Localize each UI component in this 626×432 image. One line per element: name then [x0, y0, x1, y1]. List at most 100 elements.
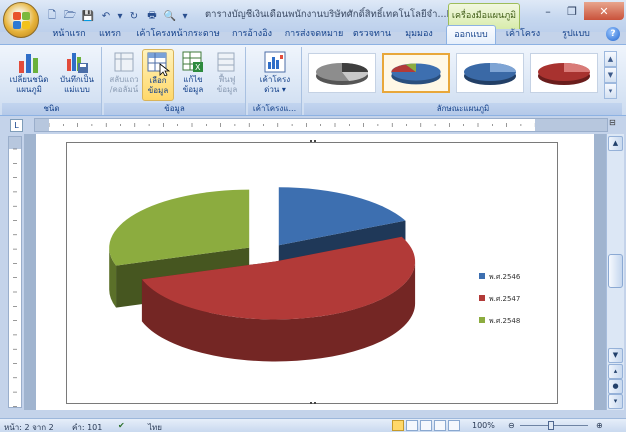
- tab-design[interactable]: ออกแบบ: [446, 25, 496, 44]
- window-title: ตารางบัญชีเงินเดือนพนักงานบริษัทศักดิ์สิ…: [205, 9, 455, 20]
- tab-view[interactable]: มุมมอง: [398, 25, 440, 44]
- quick-layout-icon: [262, 49, 288, 75]
- undo-icon[interactable]: ↶: [98, 8, 114, 24]
- tab-layout[interactable]: เค้าโครง: [502, 25, 544, 44]
- undo-dropdown-icon[interactable]: ▾: [116, 8, 124, 24]
- svg-text:X: X: [195, 63, 201, 72]
- tab-review[interactable]: ตรวจทาน: [350, 25, 394, 44]
- refresh-data-label-2: ข้อมูล: [216, 85, 238, 94]
- next-page-icon[interactable]: ▾: [608, 394, 623, 409]
- switch-row-column-icon: [111, 49, 137, 75]
- change-chart-type-button[interactable]: เปลี่ยนชนิด แผนภูมิ: [6, 49, 52, 101]
- zoom-slider-thumb[interactable]: [548, 421, 554, 430]
- tab-home[interactable]: หน้าแรก: [48, 25, 90, 44]
- ribbon: เปลี่ยนชนิด แผนภูมิ บันทึกเป็น แม่แบบ ชน…: [0, 44, 626, 116]
- chart-object[interactable]: พ.ศ.2546 พ.ศ.2547 พ.ศ.2548: [66, 140, 558, 404]
- zoom-out-icon[interactable]: ⊖: [508, 421, 515, 430]
- pie-chart[interactable]: พ.ศ.2546 พ.ศ.2547 พ.ศ.2548: [67, 143, 557, 403]
- edit-data-icon: X: [180, 49, 206, 75]
- document-area[interactable]: พ.ศ.2546 พ.ศ.2547 พ.ศ.2548: [24, 134, 606, 410]
- vertical-ruler[interactable]: [8, 136, 22, 408]
- zoom-in-icon[interactable]: ⊕: [596, 421, 603, 430]
- save-template-label-2: แม่แบบ: [64, 85, 90, 94]
- page-count[interactable]: หน้า: 2 จาก 2: [4, 421, 54, 432]
- group-data-label: ข้อมูล: [104, 103, 245, 115]
- edit-data-label-2: ข้อมูล: [182, 85, 204, 94]
- scroll-up-icon[interactable]: ▲: [608, 136, 623, 151]
- close-icon[interactable]: ✕: [584, 2, 624, 20]
- ruler-left-margin: [35, 119, 49, 131]
- office-button[interactable]: [3, 2, 39, 38]
- outline-view-icon[interactable]: [434, 420, 446, 431]
- print-icon[interactable]: 🖶: [144, 8, 160, 24]
- tab-insert[interactable]: แทรก: [94, 25, 126, 44]
- save-icon[interactable]: 💾: [80, 8, 96, 24]
- word-count[interactable]: คำ: 101: [72, 421, 102, 432]
- group-type-label: ชนิด: [2, 103, 101, 115]
- horizontal-ruler[interactable]: [34, 118, 608, 132]
- save-as-template-button[interactable]: บันทึกเป็น แม่แบบ: [54, 49, 100, 101]
- customize-toolbar-icon[interactable]: ▾: [180, 8, 190, 24]
- restore-icon[interactable]: ❐: [560, 2, 584, 20]
- gallery-scroll-down-icon[interactable]: ▼: [604, 67, 617, 83]
- view-ruler-icon[interactable]: ⊟: [609, 118, 621, 132]
- switch-row-label-1: สลับแถว: [109, 75, 139, 84]
- tab-selector-icon[interactable]: L: [10, 119, 23, 132]
- document-page[interactable]: พ.ศ.2546 พ.ศ.2547 พ.ศ.2548: [36, 134, 594, 410]
- full-screen-reading-icon[interactable]: [406, 420, 418, 431]
- gallery-more-icon[interactable]: ▾: [604, 83, 617, 99]
- ruler-row: L ⊟: [0, 116, 626, 134]
- tab-page-layout[interactable]: เค้าโครงหน้ากระดาษ: [134, 25, 222, 44]
- zoom-slider[interactable]: [520, 425, 588, 426]
- refresh-data-icon: [214, 49, 240, 75]
- chart-style-red[interactable]: [530, 53, 598, 93]
- refresh-data-button[interactable]: ฟื้นฟู ข้อมูล: [210, 49, 244, 101]
- proofing-icon[interactable]: ✔: [118, 421, 125, 430]
- select-data-button[interactable]: เลือก ข้อมูล: [142, 49, 174, 101]
- legend-label-2: พ.ศ.2548: [489, 317, 520, 325]
- legend-swatch-2: [479, 317, 485, 323]
- draft-view-icon[interactable]: [448, 420, 460, 431]
- minimize-icon[interactable]: –: [536, 2, 560, 20]
- tab-mailings[interactable]: การส่งจดหมาย: [282, 25, 346, 44]
- window-controls: – ❐ ✕: [536, 2, 624, 20]
- group-data: สลับแถว /คอลัมน์ เลือก ข้อมูล X แก้ไข ข้…: [104, 47, 246, 115]
- switch-row-column-button[interactable]: สลับแถว /คอลัมน์: [106, 49, 142, 101]
- chart-style-gray[interactable]: [308, 53, 376, 93]
- save-template-icon: [64, 49, 90, 75]
- select-data-label-2: ข้อมูล: [147, 86, 169, 95]
- group-styles-label: ลักษณะแผนภูมิ: [304, 103, 622, 115]
- quick-layout-label-2: ด่วน ▾: [264, 85, 286, 94]
- zoom-level[interactable]: 100%: [472, 421, 495, 430]
- print-layout-view-icon[interactable]: [392, 420, 404, 431]
- edit-data-button[interactable]: X แก้ไข ข้อมูล: [176, 49, 210, 101]
- help-icon[interactable]: ?: [606, 27, 620, 41]
- language-indicator[interactable]: ไทย: [148, 421, 162, 432]
- web-layout-icon[interactable]: [420, 420, 432, 431]
- legend-label-0: พ.ศ.2546: [489, 273, 521, 281]
- scroll-thumb[interactable]: [608, 254, 623, 288]
- open-folder-icon[interactable]: 🗁: [62, 8, 78, 24]
- select-browse-object-icon[interactable]: ●: [608, 379, 623, 394]
- vruler-ticks: [13, 148, 17, 407]
- quick-layout-button[interactable]: เค้าโครง ด่วน ▾: [252, 49, 298, 101]
- legend-swatch-1: [479, 295, 485, 301]
- tab-format[interactable]: รูปแบบ: [556, 25, 596, 44]
- save-template-label-1: บันทึกเป็น: [60, 75, 94, 84]
- tab-references[interactable]: การอ้างอิง: [226, 25, 278, 44]
- ribbon-tabs: หน้าแรก แทรก เค้าโครงหน้ากระดาษ การอ้างอ…: [0, 24, 626, 44]
- quick-layout-label-1: เค้าโครง: [259, 75, 291, 84]
- scroll-down-icon[interactable]: ▼: [608, 348, 623, 363]
- previous-page-icon[interactable]: ▴: [608, 364, 623, 379]
- redo-icon[interactable]: ↻: [126, 8, 142, 24]
- new-document-icon[interactable]: 🗋: [44, 8, 60, 24]
- change-chart-type-label-1: เปลี่ยนชนิด: [9, 75, 49, 84]
- vertical-scrollbar[interactable]: ▲ ▼ ▴ ● ▾: [606, 134, 624, 410]
- chart-style-blue[interactable]: [456, 53, 524, 93]
- status-bar: หน้า: 2 จาก 2 คำ: 101 ✔ ไทย 100% ⊖ ⊕: [0, 418, 626, 432]
- gallery-scroll-up-icon[interactable]: ▲: [604, 51, 617, 67]
- edit-data-label-1: แก้ไข: [183, 75, 203, 84]
- chart-style-multicolor[interactable]: [382, 53, 450, 93]
- print-preview-icon[interactable]: 🔍: [162, 8, 178, 24]
- ruler-right-margin: [535, 119, 607, 131]
